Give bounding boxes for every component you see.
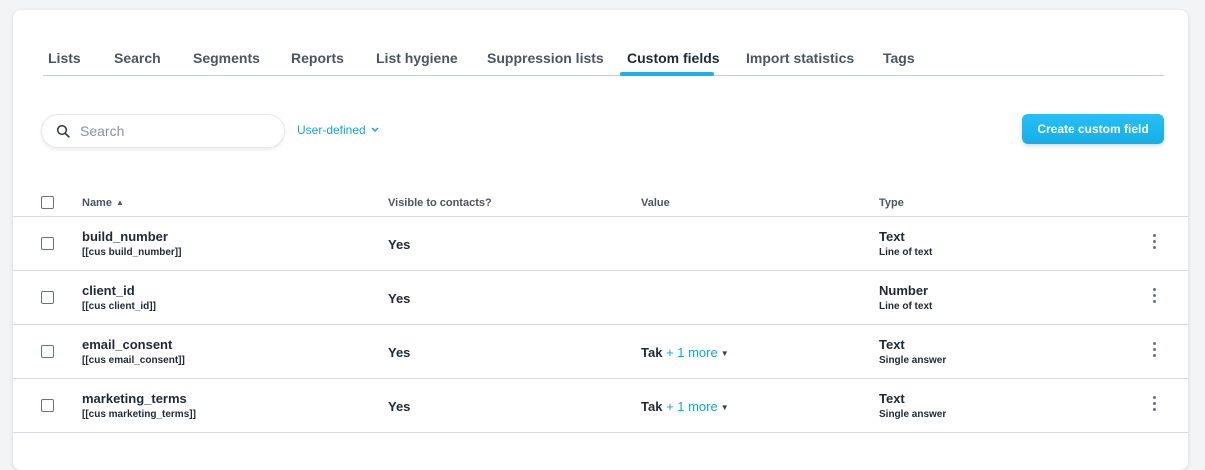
field-subtype: Single answer [879,409,947,420]
tab-custom-fields[interactable]: Custom fields [627,50,720,66]
field-type: Text [879,337,905,352]
caret-down-icon: ▼ [720,349,729,358]
create-custom-field-button[interactable]: Create custom field [1022,114,1164,144]
table-row: email_consent [[cus email_consent]] Yes … [13,325,1188,379]
tab-list-hygiene[interactable]: List hygiene [376,50,458,66]
tab-bar: Lists Search Segments Reports List hygie… [43,10,1164,76]
row-checkbox[interactable] [41,237,54,250]
field-subtype: Line of text [879,247,933,258]
column-header-visible: Visible to contacts? [388,197,492,209]
column-header-type: Type [879,197,904,209]
field-merge-tag: [[cus marketing_terms]] [82,409,196,420]
more-values-toggle[interactable]: + 1 more ▼ [666,399,729,414]
tab-reports[interactable]: Reports [291,50,344,66]
tab-lists[interactable]: Lists [48,50,81,66]
row-checkbox[interactable] [41,399,54,412]
visible-to-contacts: Yes [388,237,411,252]
field-type-filter[interactable]: User-defined [297,123,380,137]
field-type: Number [879,283,929,298]
filter-label: User-defined [297,123,366,137]
row-checkbox[interactable] [41,291,54,304]
tab-import-statistics[interactable]: Import statistics [746,50,854,66]
tab-tags[interactable]: Tags [883,50,915,66]
sort-ascending-icon: ▲ [115,198,124,207]
kebab-menu-icon[interactable] [1149,234,1159,252]
tab-search[interactable]: Search [114,50,161,66]
table-row: build_number [[cus build_number]] Yes Te… [13,217,1188,271]
field-value: Tak + 1 more ▼ [641,345,729,360]
kebab-menu-icon[interactable] [1149,396,1159,414]
tab-segments[interactable]: Segments [193,50,260,66]
custom-fields-panel: Lists Search Segments Reports List hygie… [13,10,1188,470]
column-header-name[interactable]: Name ▲ [82,197,124,209]
select-all-checkbox[interactable] [41,196,54,209]
search-input[interactable] [78,122,272,140]
field-value: Tak + 1 more ▼ [641,399,729,414]
caret-down-icon: ▼ [720,403,729,412]
field-name: marketing_terms [82,391,187,406]
table-row: marketing_terms [[cus marketing_terms]] … [13,379,1188,433]
search-icon [56,124,70,138]
row-checkbox[interactable] [41,345,54,358]
field-name: build_number [82,229,168,244]
active-tab-indicator [620,72,714,76]
kebab-menu-icon[interactable] [1149,342,1159,360]
field-type: Text [879,391,905,406]
field-name: client_id [82,283,135,298]
field-merge-tag: [[cus email_consent]] [82,355,185,366]
field-subtype: Line of text [879,301,933,312]
field-subtype: Single answer [879,355,947,366]
table-header: Name ▲ Visible to contacts? Value Type [13,190,1188,217]
visible-to-contacts: Yes [388,345,411,360]
chevron-down-icon [371,127,379,133]
visible-to-contacts: Yes [388,291,411,306]
table-row: client_id [[cus client_id]] Yes Number L… [13,271,1188,325]
kebab-menu-icon[interactable] [1149,288,1159,306]
field-merge-tag: [[cus build_number]] [82,247,182,258]
field-type: Text [879,229,905,244]
search-box [41,114,285,148]
tab-suppression-lists[interactable]: Suppression lists [487,50,604,66]
visible-to-contacts: Yes [388,399,411,414]
more-values-toggle[interactable]: + 1 more ▼ [666,345,729,360]
column-header-value: Value [641,197,670,209]
field-merge-tag: [[cus client_id]] [82,301,156,312]
field-name: email_consent [82,337,173,352]
